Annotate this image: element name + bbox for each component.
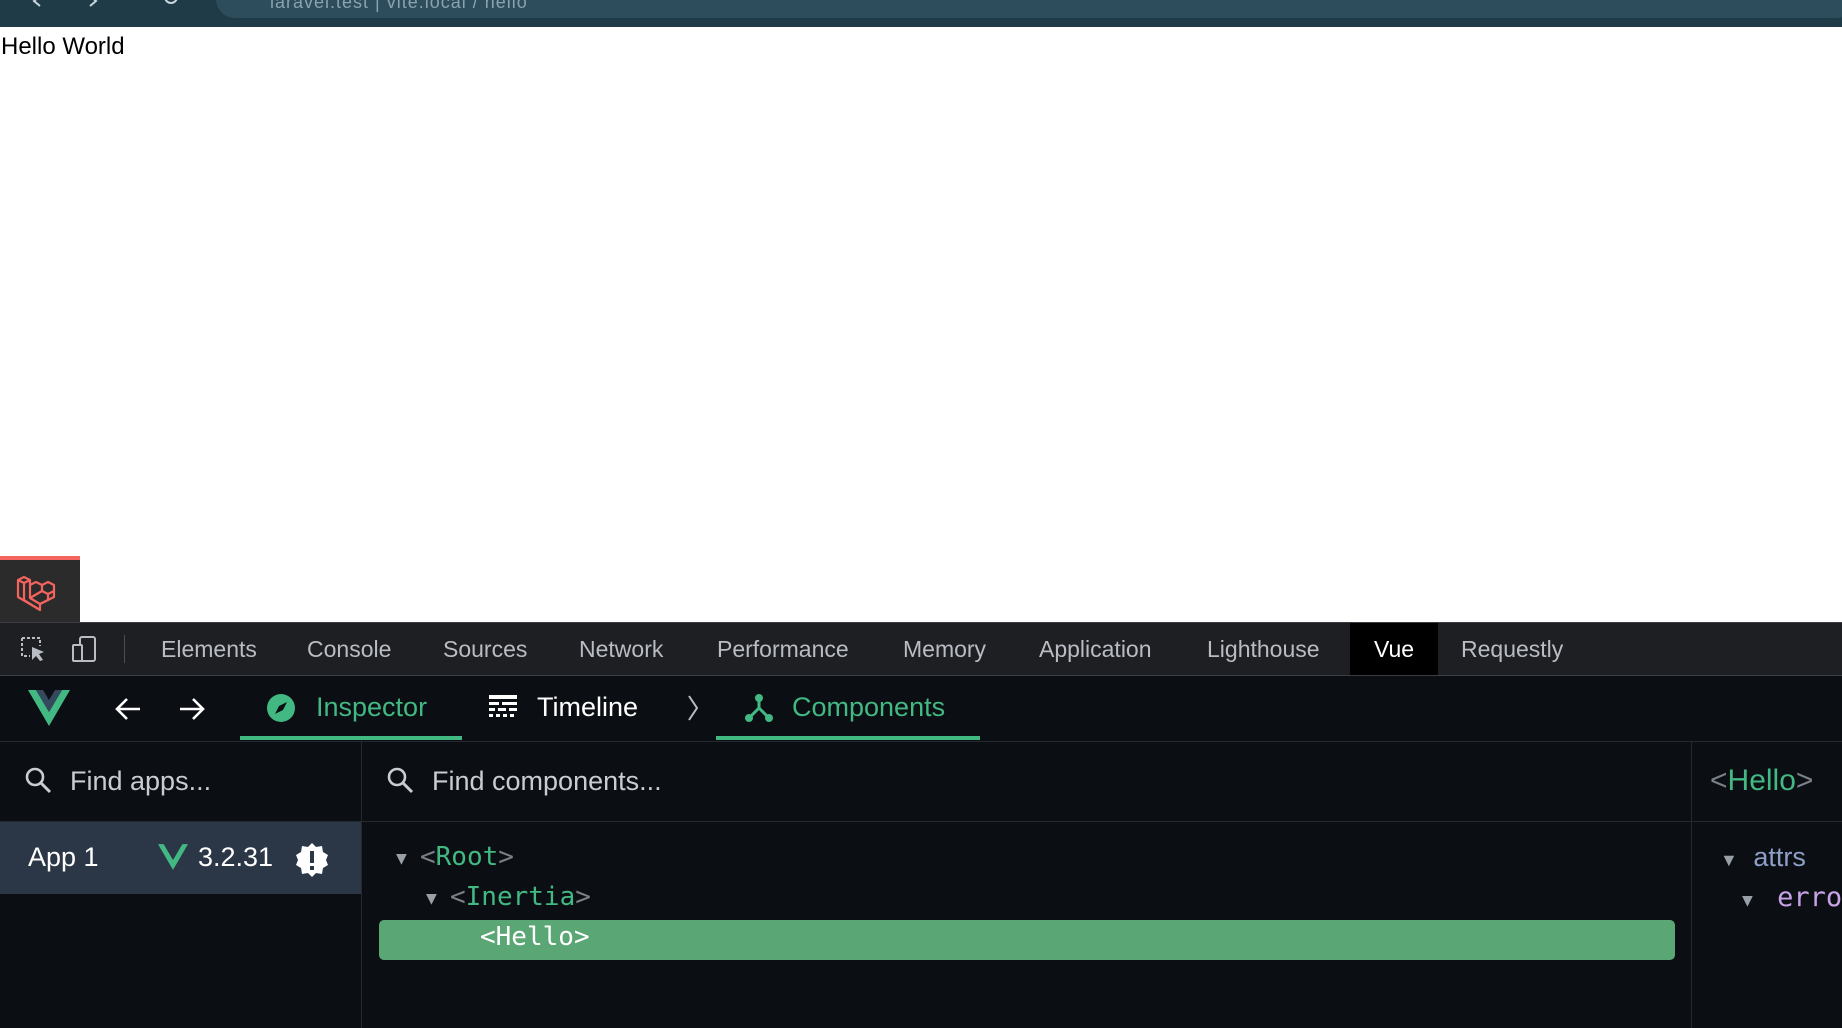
expand-arrow-icon[interactable]: ▼ bbox=[426, 888, 437, 909]
chevron-right-icon bbox=[686, 694, 700, 727]
details-header: <Hello> bbox=[1692, 742, 1842, 822]
vue-toolbar: Inspector Timeline Components bbox=[0, 676, 1842, 742]
tab-timeline[interactable]: Timeline bbox=[488, 676, 658, 740]
warning-badge-icon[interactable] bbox=[294, 842, 330, 883]
tree-node-root[interactable]: ▼ <Root> bbox=[392, 842, 792, 880]
tab-sources[interactable]: Sources bbox=[443, 623, 527, 675]
devtools-panel: Elements Console Sources Network Perform… bbox=[0, 622, 1842, 1028]
tree-node-hello[interactable]: <Hello> bbox=[379, 920, 1675, 960]
vue-logo-icon bbox=[28, 690, 70, 731]
selected-component-title: <Hello> bbox=[1710, 764, 1814, 797]
tab-memory[interactable]: Memory bbox=[903, 623, 986, 675]
tab-application[interactable]: Application bbox=[1039, 623, 1152, 675]
toolbar-divider bbox=[124, 635, 125, 663]
tab-components[interactable]: Components bbox=[716, 676, 980, 740]
components-search[interactable]: Find components... bbox=[362, 742, 1691, 822]
app-list-item[interactable]: App 1 3.2.31 bbox=[0, 822, 361, 894]
tab-requestly[interactable]: Requestly bbox=[1461, 623, 1563, 675]
tab-vue[interactable]: Vue bbox=[1350, 623, 1439, 675]
tab-performance[interactable]: Performance bbox=[717, 623, 849, 675]
reload-icon[interactable] bbox=[164, 0, 178, 8]
attrs-section[interactable]: ▼ attrs bbox=[1720, 842, 1806, 873]
components-search-input[interactable]: Find components... bbox=[432, 766, 662, 797]
component-name: Root bbox=[435, 842, 499, 872]
tab-console[interactable]: Console bbox=[307, 623, 391, 675]
tree-node-inertia[interactable]: ▼ <Inertia> bbox=[392, 882, 792, 920]
app-name: App 1 bbox=[28, 842, 99, 872]
components-tree-icon bbox=[744, 693, 774, 730]
page-body-text: Hello World bbox=[1, 33, 125, 60]
component-details-pane: <Hello> ▼ attrs ▼ erro bbox=[1692, 742, 1842, 1028]
attrs-field[interactable]: ▼ erro bbox=[1742, 882, 1842, 913]
device-toggle-icon[interactable] bbox=[70, 634, 100, 664]
devtools-tabbar: Elements Console Sources Network Perform… bbox=[0, 622, 1842, 676]
debugbar-toggle[interactable] bbox=[0, 556, 80, 622]
component-name: Inertia bbox=[465, 882, 576, 912]
tab-elements[interactable]: Elements bbox=[161, 623, 257, 675]
apps-search[interactable]: Find apps... bbox=[0, 742, 361, 822]
component-name: Hello bbox=[495, 922, 574, 952]
tab-inspector[interactable]: Inspector bbox=[240, 676, 462, 740]
expand-arrow-icon[interactable]: ▼ bbox=[396, 848, 407, 869]
browser-toolbar: laravel.test | vite.local / hello bbox=[0, 0, 1842, 27]
tab-lighthouse[interactable]: Lighthouse bbox=[1207, 623, 1320, 675]
compass-icon bbox=[266, 693, 296, 730]
expand-arrow-icon[interactable]: ▼ bbox=[1720, 850, 1738, 870]
vue-version: 3.2.31 bbox=[198, 842, 274, 872]
inspect-element-icon[interactable] bbox=[18, 634, 48, 664]
search-icon bbox=[386, 766, 414, 799]
vue-logo-icon bbox=[158, 844, 188, 875]
back-icon[interactable] bbox=[30, 0, 44, 8]
address-text: laravel.test | vite.local / hello bbox=[270, 0, 528, 12]
back-arrow-icon[interactable] bbox=[114, 696, 142, 727]
apps-search-input[interactable]: Find apps... bbox=[70, 766, 211, 797]
components-pane: Find components... ▼ <Root> ▼ <Inertia> … bbox=[362, 742, 1692, 1028]
apps-pane: Find apps... App 1 3.2.31 bbox=[0, 742, 362, 1028]
laravel-logo-icon bbox=[16, 575, 56, 612]
forward-arrow-icon[interactable] bbox=[178, 696, 206, 727]
forward-icon[interactable] bbox=[86, 0, 100, 8]
expand-arrow-icon[interactable]: ▼ bbox=[1742, 890, 1753, 911]
timeline-icon bbox=[488, 693, 518, 728]
search-icon bbox=[24, 766, 52, 799]
tab-network[interactable]: Network bbox=[579, 623, 663, 675]
